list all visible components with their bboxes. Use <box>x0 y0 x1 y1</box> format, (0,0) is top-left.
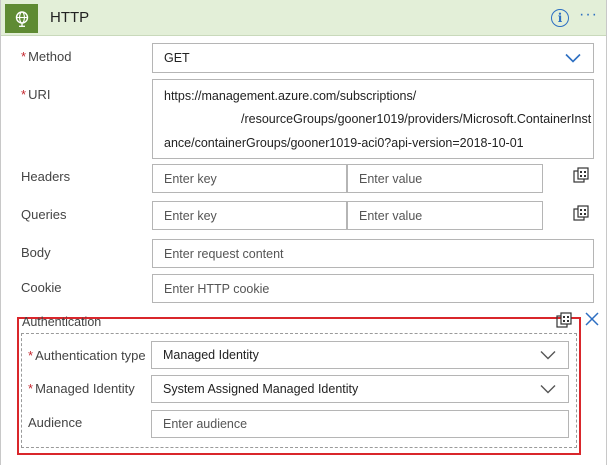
cookie-input[interactable]: Enter HTTP cookie <box>152 274 594 303</box>
switch-to-text-mode-icon[interactable] <box>573 167 589 184</box>
managed-identity-dropdown[interactable]: System Assigned Managed Identity <box>151 375 569 403</box>
uri-label-text: URI <box>28 87 51 102</box>
required-marker: * <box>28 348 34 363</box>
method-label-text: Method <box>28 49 72 64</box>
uri-line-2: /resourceGroups/gooner1019/providers/Mic… <box>241 112 592 126</box>
required-marker: * <box>21 87 27 102</box>
method-label: * Method <box>21 49 71 64</box>
authentication-type-dropdown[interactable]: Managed Identity <box>151 341 569 369</box>
body-input[interactable]: Enter request content <box>152 239 594 268</box>
authentication-section-label: Authentication <box>22 315 102 329</box>
chevron-down-icon <box>540 385 556 394</box>
uri-line-1: https://management.azure.com/subscriptio… <box>164 89 417 103</box>
uri-line-3: ance/containerGroups/gooner1019-aci0?api… <box>164 136 524 150</box>
more-options-icon[interactable]: ··· <box>579 6 598 24</box>
body-label: Body <box>21 245 51 260</box>
globe-icon <box>15 10 28 27</box>
required-marker: * <box>28 381 34 396</box>
queries-label: Queries <box>21 207 67 222</box>
audience-input[interactable]: Enter audience <box>151 410 569 438</box>
headers-label: Headers <box>21 169 71 184</box>
authentication-type-label: * Authentication type <box>28 348 146 363</box>
audience-label: Audience <box>28 415 83 430</box>
managed-identity-label: * Managed Identity <box>28 381 135 396</box>
required-marker: * <box>21 49 27 64</box>
info-icon[interactable]: i <box>551 9 569 27</box>
cookie-label: Cookie <box>21 280 62 295</box>
managed-identity-value: System Assigned Managed Identity <box>163 382 359 396</box>
queries-key-input[interactable]: Enter key <box>152 201 347 230</box>
authentication-type-label-text: Authentication type <box>35 348 146 363</box>
chevron-down-icon <box>540 351 556 360</box>
queries-value-input[interactable]: Enter value <box>347 201 543 230</box>
action-title: HTTP <box>50 9 90 26</box>
method-value: GET <box>164 51 190 65</box>
chevron-down-icon <box>565 53 581 63</box>
switch-to-text-mode-icon[interactable] <box>573 205 589 222</box>
method-dropdown[interactable]: GET <box>152 43 594 73</box>
managed-identity-label-text: Managed Identity <box>35 381 135 396</box>
headers-key-input[interactable]: Enter key <box>152 164 347 193</box>
action-header[interactable]: HTTP i ··· <box>1 0 606 36</box>
switch-to-text-mode-icon[interactable] <box>556 312 572 329</box>
authentication-type-value: Managed Identity <box>163 348 259 362</box>
headers-value-input[interactable]: Enter value <box>347 164 543 193</box>
action-icon-tile <box>5 4 38 33</box>
http-action-card: HTTP i ··· * Method GET * URI https://mana… <box>0 0 607 465</box>
close-icon[interactable] <box>585 312 599 326</box>
uri-label: * URI <box>21 87 50 102</box>
